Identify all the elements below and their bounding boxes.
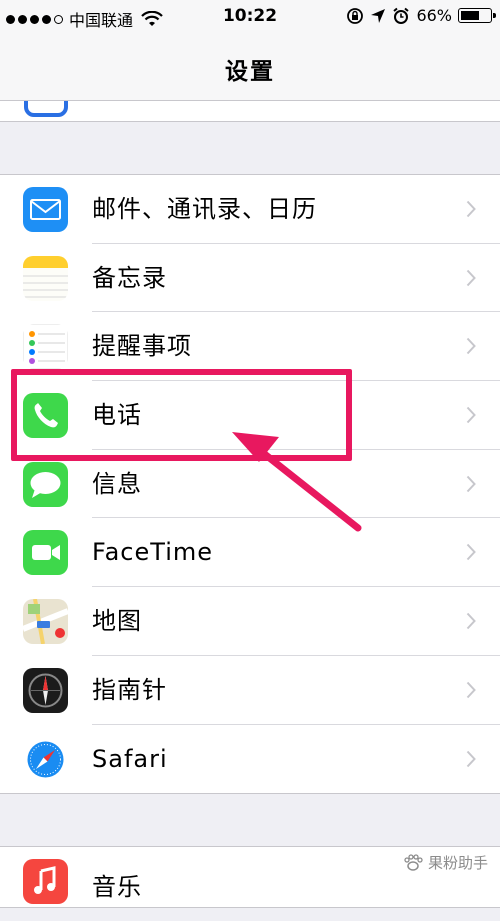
watermark-text: 果粉助手 — [427, 854, 488, 872]
facetime-icon — [23, 530, 68, 576]
navigation-bar: 设置 — [0, 34, 500, 101]
settings-item-label: FaceTime — [92, 538, 214, 567]
settings-item-compass[interactable]: 指南针 — [0, 656, 500, 725]
settings-list: 邮件、通讯录、日历 备忘录 提醒事项 电话 信息 FaceTime 地图 指南针… — [0, 174, 500, 795]
location-icon — [371, 8, 386, 23]
status-right: 66% — [346, 6, 496, 25]
settings-item-label: 备忘录 — [92, 263, 167, 292]
paw-logo-icon — [404, 853, 423, 871]
partial-app-icon — [24, 101, 68, 117]
chevron-right-icon — [466, 200, 476, 218]
rotation-lock-icon — [347, 7, 364, 24]
chevron-right-icon — [466, 544, 476, 561]
safari-icon — [23, 736, 68, 782]
chevron-right-icon — [466, 681, 476, 698]
chevron-right-icon — [466, 338, 476, 355]
music-icon — [23, 859, 68, 904]
settings-item-label: 音乐 — [92, 873, 142, 901]
annotation-highlight-box — [11, 369, 352, 461]
chevron-right-icon — [466, 612, 476, 630]
settings-item-label: 指南针 — [92, 675, 167, 704]
status-bar: 中国联通 10:22 66% — [0, 0, 500, 34]
notes-icon — [23, 255, 68, 301]
chevron-right-icon — [466, 475, 476, 492]
battery-fill — [461, 11, 480, 20]
settings-item-label: 邮件、通讯录、日历 — [92, 195, 317, 223]
battery-icon — [458, 8, 496, 23]
partial-list-item[interactable] — [0, 101, 500, 122]
settings-item-maps[interactable]: 地图 — [0, 587, 500, 656]
messages-icon — [23, 461, 68, 507]
maps-icon — [23, 599, 68, 645]
compass-icon — [23, 667, 68, 713]
chevron-right-icon — [466, 750, 476, 767]
settings-item-safari[interactable]: Safari — [0, 725, 500, 794]
settings-item-facetime[interactable]: FaceTime — [0, 518, 500, 587]
page-title: 设置 — [225, 59, 275, 85]
mail-icon — [23, 187, 68, 232]
settings-item-mail[interactable]: 邮件、通讯录、日历 — [0, 175, 500, 244]
battery-percentage: 66% — [416, 6, 452, 25]
chevron-right-icon — [466, 269, 476, 286]
watermark: 果粉助手 — [402, 852, 488, 873]
chevron-right-icon — [466, 406, 476, 424]
reminders-icon — [23, 324, 68, 370]
alarm-icon — [393, 7, 410, 24]
settings-item-label: Safari — [92, 744, 168, 773]
settings-item-notes[interactable]: 备忘录 — [0, 244, 500, 313]
settings-item-label: 地图 — [92, 607, 142, 636]
